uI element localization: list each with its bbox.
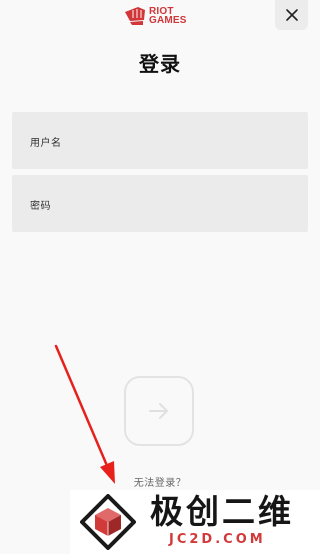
password-input[interactable] bbox=[12, 175, 308, 232]
page-title: 登录 bbox=[139, 52, 181, 76]
watermark-banner: 极创二维 JC2D.COM bbox=[70, 490, 320, 554]
username-input[interactable] bbox=[12, 112, 308, 169]
riot-fist-icon bbox=[125, 7, 145, 25]
sign-in-button[interactable] bbox=[124, 376, 194, 446]
arrow-right-icon bbox=[149, 403, 168, 419]
cube-logo-icon bbox=[80, 494, 136, 550]
watermark-domain-text: JC2D.COM bbox=[169, 532, 266, 547]
red-pointer-arrow bbox=[54, 344, 115, 484]
watermark-chinese-text: 极创二维 bbox=[150, 492, 294, 531]
username-field[interactable]: 用户名 bbox=[12, 112, 308, 169]
close-icon bbox=[285, 9, 298, 21]
close-button[interactable] bbox=[275, 0, 308, 30]
cant-login-link[interactable]: 无法登录？ bbox=[120, 474, 200, 488]
password-field[interactable]: 密码 bbox=[12, 175, 308, 232]
logo-text-games: GAMES bbox=[149, 15, 187, 26]
riot-games-logo: RIOT GAMES bbox=[124, 4, 187, 28]
login-screen: RIOT GAMES 登录 用户名 密码 无法登录？ 极创二维 JC2D.COM bbox=[0, 0, 320, 554]
